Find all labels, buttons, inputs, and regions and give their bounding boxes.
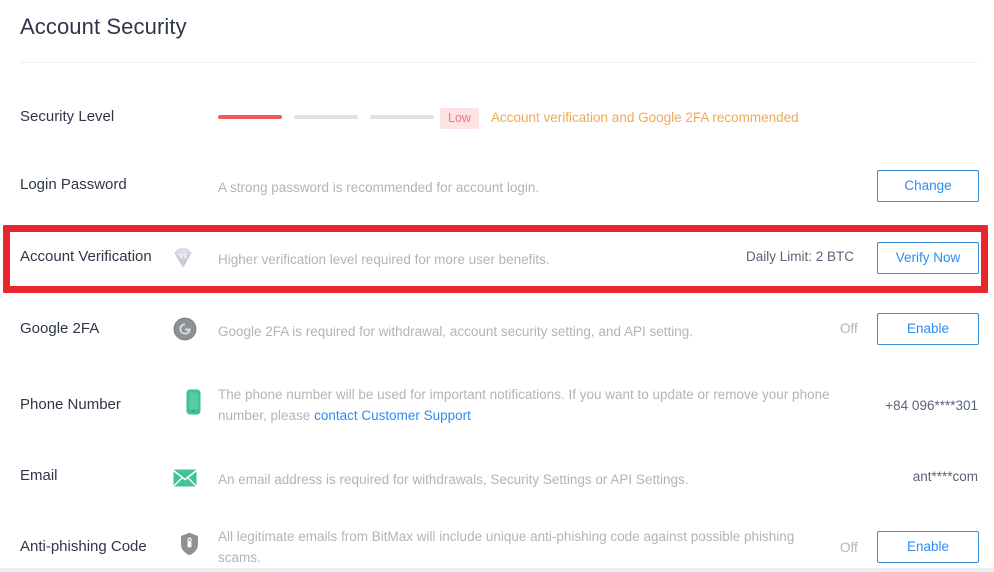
security-bar-2 xyxy=(294,115,358,119)
enable-google-2fa-button[interactable]: Enable xyxy=(877,313,979,345)
row-description-anti-phishing-code: All legitimate emails from BitMax will i… xyxy=(218,529,795,565)
row-description-email: An email address is required for withdra… xyxy=(218,472,689,487)
verify-now-button[interactable]: Verify Now xyxy=(877,242,979,274)
enable-anti-phishing-button[interactable]: Enable xyxy=(877,531,979,563)
shield-icon xyxy=(176,531,202,557)
security-level-badge: Low xyxy=(440,108,479,129)
security-level-note: Account verification and Google 2FA reco… xyxy=(491,110,799,125)
gem-v1-icon: V1 xyxy=(170,245,196,271)
change-password-button[interactable]: Change xyxy=(877,170,979,202)
row-label-login-password: Login Password xyxy=(20,176,127,193)
svg-text:V1: V1 xyxy=(179,253,187,260)
google-icon xyxy=(172,316,198,342)
row-label-google-2fa: Google 2FA xyxy=(20,320,100,337)
row-label-anti-phishing-code: Anti-phishing Code xyxy=(20,538,147,555)
account-security-page: Account Security Security Level Low Acco… xyxy=(0,0,994,572)
row-label-account-verification: Account Verification xyxy=(20,248,152,265)
page-bottom-strip xyxy=(0,568,994,572)
security-level-meter xyxy=(218,115,434,119)
page-title: Account Security xyxy=(20,14,187,39)
contact-customer-support-link[interactable]: contact Customer Support xyxy=(314,408,471,423)
daily-limit-value: Daily Limit: 2 BTC xyxy=(745,249,854,264)
row-description-account-verification: Higher verification level required for m… xyxy=(218,252,550,267)
row-label-email: Email xyxy=(20,467,58,484)
row-description-google-2fa: Google 2FA is required for withdrawal, a… xyxy=(218,324,694,339)
security-bar-3 xyxy=(370,115,434,119)
mail-icon xyxy=(172,465,198,491)
email-value: ant****com xyxy=(912,469,978,484)
security-bar-1 xyxy=(218,115,282,119)
google-2fa-status: Off xyxy=(840,321,858,336)
row-label-phone-number: Phone Number xyxy=(20,396,121,413)
row-description-phone-number: The phone number will be used for import… xyxy=(218,384,866,426)
row-label-security-level: Security Level xyxy=(20,108,115,125)
phone-icon xyxy=(180,389,206,415)
row-description-login-password: A strong password is recommended for acc… xyxy=(218,180,540,195)
anti-phishing-status: Off xyxy=(840,540,858,555)
phone-description-text: The phone number will be used for import… xyxy=(218,387,830,423)
header-divider xyxy=(20,62,978,63)
phone-number-value: +84 096****301 xyxy=(885,398,978,413)
